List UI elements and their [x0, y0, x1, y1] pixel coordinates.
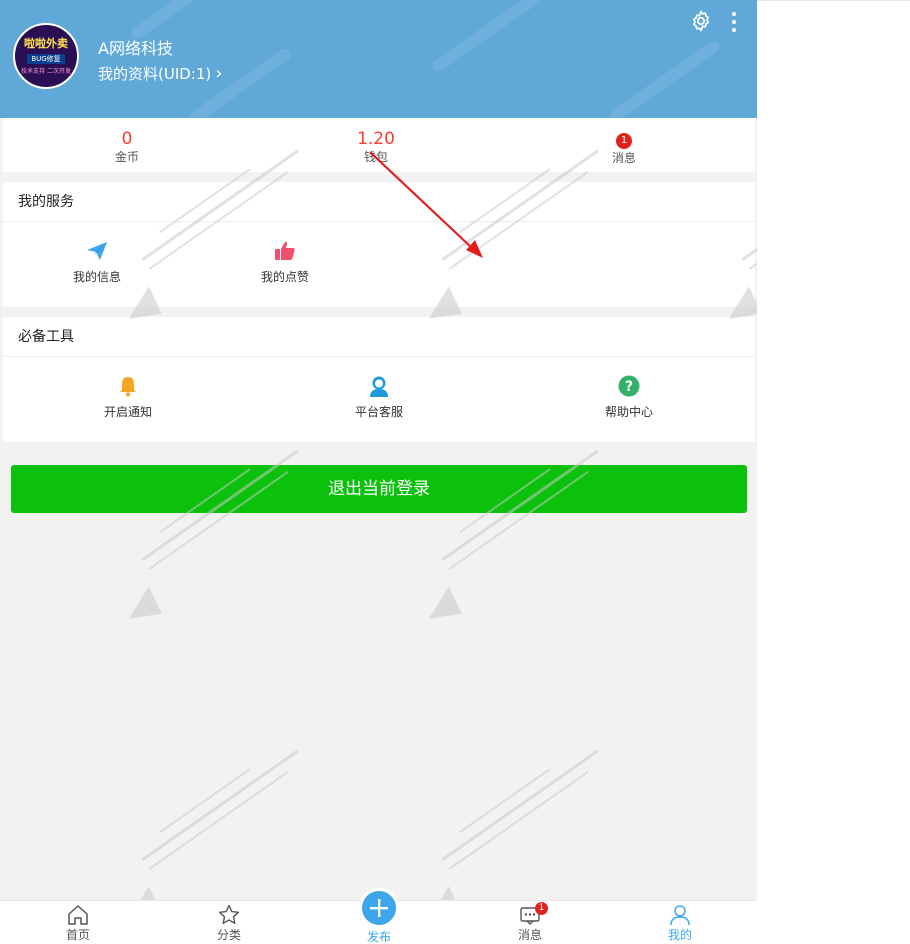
- header-decoration: [430, 0, 560, 74]
- gear-icon[interactable]: [689, 9, 713, 33]
- username: A网络科技: [98, 39, 173, 58]
- essential-tools-section: 必备工具 开启通知 平台客服 ? 帮助中心: [3, 317, 755, 442]
- stat-label: 消息: [611, 151, 636, 165]
- my-services-section: 我的服务 我的信息 我的点赞: [3, 182, 755, 307]
- logout-button[interactable]: 退出当前登录: [11, 465, 747, 513]
- home-icon: [68, 905, 88, 925]
- stat-messages[interactable]: 1 消息: [564, 118, 684, 172]
- thumbs-up-icon: [275, 241, 295, 260]
- tab-label: 消息: [517, 928, 542, 942]
- tab-label: 首页: [65, 928, 90, 942]
- app-screen: 啦啦外卖 BUG修复 技术支持 二次开发 A网络科技 我的资料(UID:1) › …: [0, 0, 757, 944]
- avatar-text: 啦啦外卖: [24, 36, 68, 50]
- paper-plane-icon: [87, 242, 107, 260]
- tab-home[interactable]: 首页: [38, 901, 118, 944]
- tab-category[interactable]: 分类: [189, 901, 269, 944]
- stat-label: 金币: [114, 150, 139, 164]
- plus-icon: [370, 899, 388, 917]
- avatar[interactable]: 啦啦外卖 BUG修复 技术支持 二次开发: [13, 23, 79, 89]
- stat-label: 钱包: [363, 150, 388, 164]
- star-icon: [218, 904, 240, 924]
- stat-coins[interactable]: 0 金币: [67, 118, 187, 172]
- section-title: 必备工具: [3, 317, 755, 357]
- tab-message-badge: 1: [535, 902, 548, 915]
- message-badge: 1: [616, 133, 632, 149]
- tab-label: 我的: [667, 928, 692, 942]
- tool-customer-service[interactable]: 平台客服: [299, 357, 459, 441]
- tool-label: 平台客服: [354, 405, 403, 419]
- avatar-text: 技术支持 二次开发: [21, 67, 71, 75]
- more-menu-icon[interactable]: [726, 10, 742, 34]
- empty-area: [757, 0, 910, 944]
- header-decoration: [608, 38, 722, 118]
- publish-label: 发布: [366, 930, 391, 944]
- help-icon: ?: [618, 375, 640, 397]
- chevron-right-icon: ›: [215, 63, 223, 84]
- svg-text:?: ?: [625, 379, 633, 395]
- stat-wallet[interactable]: 1.20 钱包: [316, 118, 436, 172]
- customer-service-icon: [370, 376, 388, 397]
- service-my-info[interactable]: 我的信息: [17, 222, 177, 306]
- service-label: 我的信息: [72, 270, 121, 284]
- profile-header: 啦啦外卖 BUG修复 技术支持 二次开发 A网络科技 我的资料(UID:1) ›: [0, 0, 757, 118]
- tab-mine[interactable]: 我的: [640, 901, 720, 944]
- tool-enable-notifications[interactable]: 开启通知: [48, 357, 208, 441]
- stats-bar: 0 金币 1.20 钱包 1 消息: [3, 118, 755, 172]
- tool-label: 帮助中心: [604, 405, 653, 419]
- bell-icon: [120, 377, 136, 397]
- avatar-text: BUG修复: [27, 53, 65, 64]
- stat-value: 0: [121, 129, 133, 149]
- profile-link[interactable]: 我的资料(UID:1) ›: [98, 63, 222, 84]
- stat-value: 1.20: [357, 129, 395, 149]
- profile-link-label: 我的资料(UID:1): [98, 65, 212, 83]
- service-label: 我的点赞: [260, 270, 309, 284]
- user-icon: [670, 905, 690, 926]
- tool-help-center[interactable]: ? 帮助中心: [549, 357, 709, 441]
- tab-messages[interactable]: 消息: [490, 901, 570, 944]
- tab-label: 分类: [216, 928, 241, 942]
- service-my-likes[interactable]: 我的点赞: [205, 222, 365, 306]
- section-title: 我的服务: [3, 182, 755, 222]
- tool-label: 开启通知: [103, 405, 152, 419]
- publish-button[interactable]: [359, 888, 399, 928]
